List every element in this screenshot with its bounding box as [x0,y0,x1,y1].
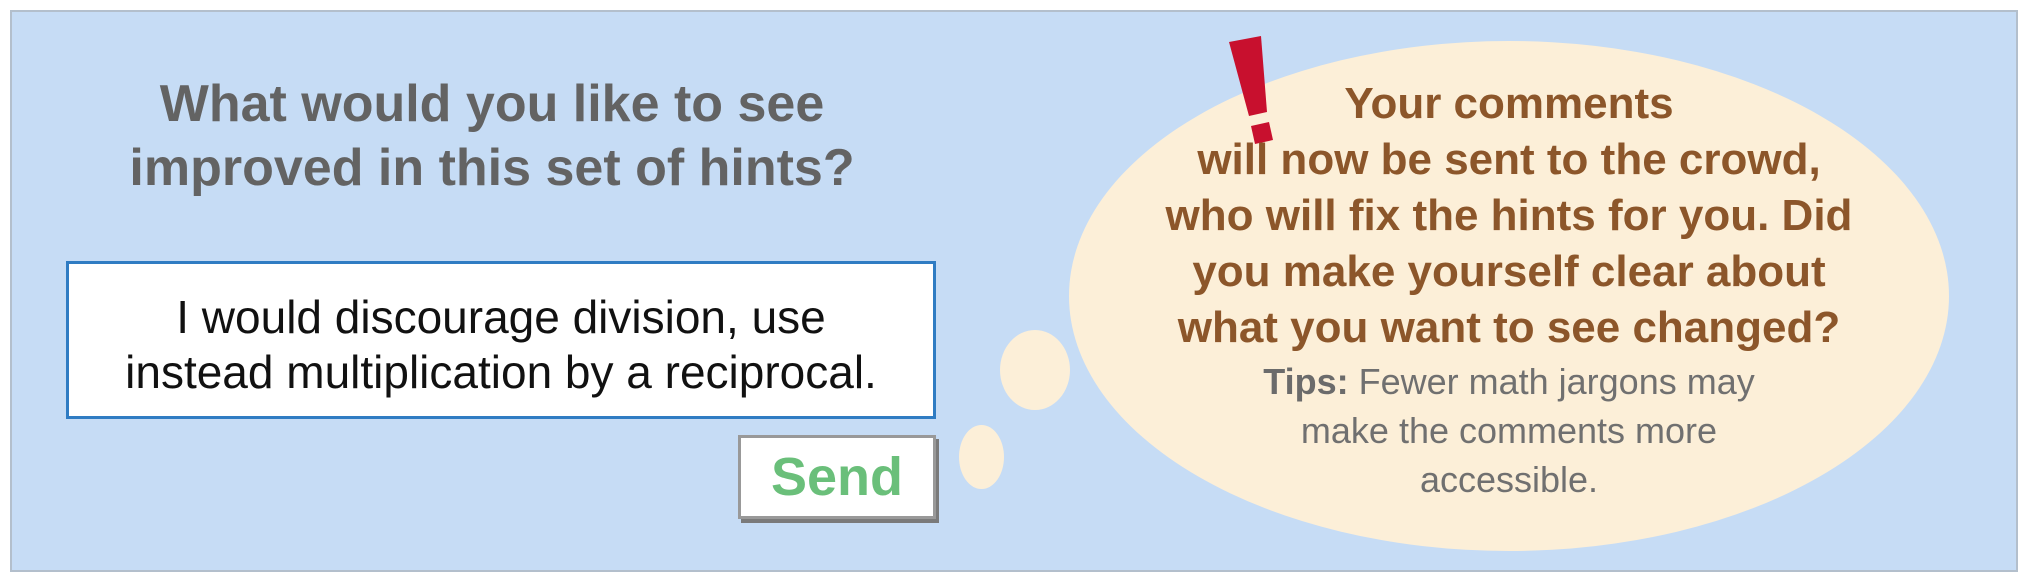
tips-text: Tips: Fewer math jargons may make the co… [1169,357,1849,504]
tips-line-3: accessible. [1419,459,1599,500]
question-line-1: What would you like to see [159,75,825,133]
bubble-message: Your comments will now be sent to the cr… [1069,76,1949,356]
thought-bubble-dot-large [1000,330,1070,410]
tips-line-1: Fewer math jargons may [1348,361,1755,402]
tips-label: Tips: [1263,361,1349,402]
send-button[interactable]: Send [738,435,936,519]
bubble-message-line: will now be sent to the crowd, [1197,135,1821,184]
question-line-2: improved in this set of hints? [129,139,855,197]
bubble-message-line: who will fix the hints for you. Did [1165,191,1853,240]
question-heading: What would you like to see improved in t… [52,72,932,200]
feedback-panel: What would you like to see improved in t… [10,10,2018,572]
bubble-message-line: you make yourself clear about [1192,247,1826,296]
comment-input[interactable]: I would discourage division, use instead… [66,261,936,419]
thought-bubble-dot-small [959,425,1004,489]
bubble-message-line: what you want to see changed? [1177,303,1841,352]
bubble-message-line: Your comments [1344,79,1674,128]
tips-line-2: make the comments more [1300,410,1718,451]
